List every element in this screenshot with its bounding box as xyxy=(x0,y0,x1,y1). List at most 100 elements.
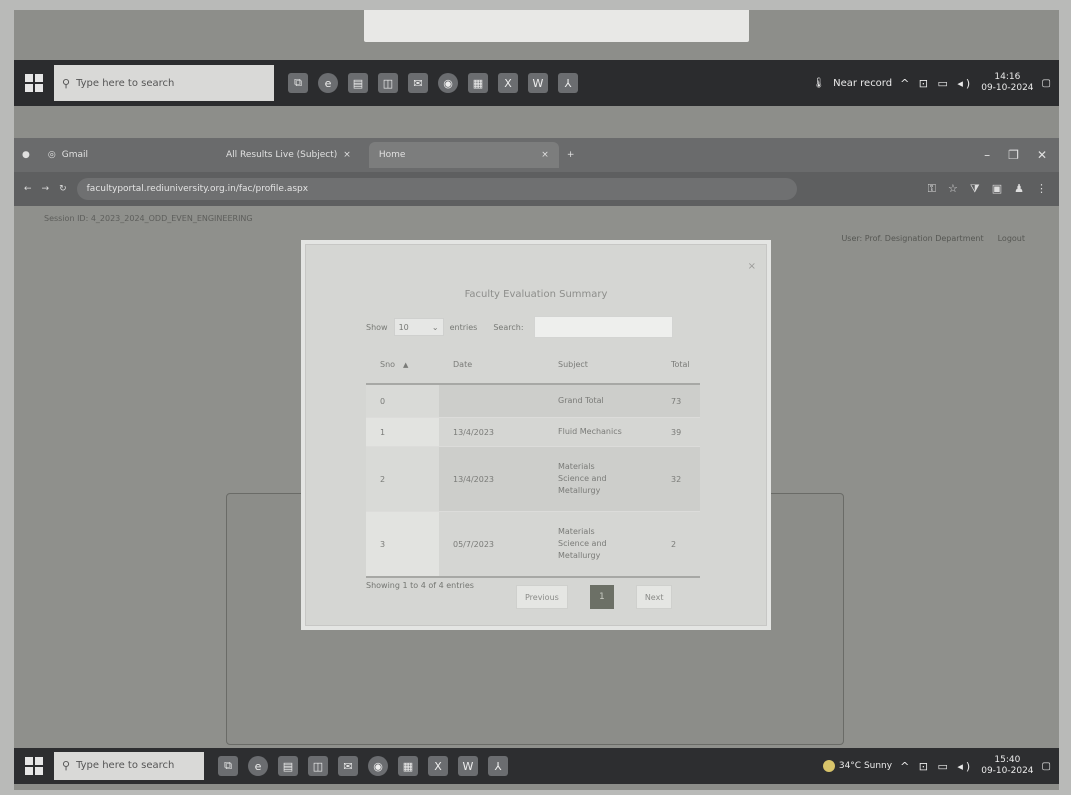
previous-button[interactable]: Previous xyxy=(516,585,568,609)
file-explorer-icon[interactable]: ▤ xyxy=(278,756,298,776)
bottom-taskbar: ⚲ Type here to search ⧉ e ▤ ◫ ✉ ◉ ▦ X W … xyxy=(14,748,1059,784)
cell-sno: 1 xyxy=(366,417,439,447)
excel-icon[interactable]: X xyxy=(498,73,518,93)
sidebar-icon[interactable]: ▣ xyxy=(992,182,1002,196)
entries-value: 10 xyxy=(398,322,409,332)
start-button[interactable] xyxy=(14,748,54,784)
taskbar-search-placeholder: Type here to search xyxy=(76,760,175,772)
profile-icon[interactable]: ● xyxy=(22,150,30,160)
windows-icon xyxy=(25,757,43,775)
tab-label: All Results Live (Subject) xyxy=(225,150,338,160)
task-view-icon[interactable]: ⧉ xyxy=(288,73,308,93)
evaluation-summary-modal: × Faculty Evaluation Summary Show 10 ⌄ e… xyxy=(305,244,767,626)
table-search-input[interactable] xyxy=(533,316,673,338)
task-view-icon[interactable]: ⧉ xyxy=(218,756,238,776)
menu-icon[interactable]: ⋮ xyxy=(1036,182,1047,196)
table-row: 1 13/4/2023 Fluid Mechanics 39 xyxy=(366,417,700,447)
browser-tab-strip: ● ◎ Gmail All Results Live (Subject) × H… xyxy=(14,138,1059,172)
new-tab-button[interactable]: + xyxy=(567,150,575,160)
tab-results[interactable]: All Results Live (Subject) × xyxy=(216,142,361,168)
taskbar-search-box[interactable]: ⚲ Type here to search xyxy=(54,751,204,781)
cell-date: 13/4/2023 xyxy=(439,446,544,512)
clock-date: 09-10-2024 xyxy=(981,83,1034,93)
close-icon[interactable]: × xyxy=(541,150,549,160)
search-icon: ⚲ xyxy=(62,76,71,90)
table-info: Showing 1 to 4 of 4 entries xyxy=(366,581,474,590)
logout-link[interactable]: Logout xyxy=(998,234,1025,243)
user-label: User: xyxy=(841,234,863,243)
minimize-icon[interactable]: – xyxy=(984,148,990,162)
mail-icon[interactable]: ✉ xyxy=(408,73,428,93)
system-tray: 🌡 Near record ^ ⊡ ▭ ◂) 14:16 09-10-2024 … xyxy=(812,72,1059,94)
table-header-row: Sno ▲ Date Subject Total xyxy=(366,345,700,385)
gmail-icon: ◎ xyxy=(47,150,56,160)
reload-icon[interactable]: ↻ xyxy=(59,184,67,194)
account-icon[interactable]: ♟ xyxy=(1014,182,1024,196)
tray-icons[interactable]: ^ ⊡ ▭ ◂) xyxy=(900,77,973,90)
mail-icon[interactable]: ✉ xyxy=(338,756,358,776)
cell-subject: Fluid Mechanics xyxy=(544,417,657,447)
notification-icon[interactable]: ▢ xyxy=(1042,761,1051,772)
edge-icon[interactable]: e xyxy=(318,73,338,93)
store-icon[interactable]: ◫ xyxy=(378,73,398,93)
next-button[interactable]: Next xyxy=(635,585,673,609)
chrome-icon[interactable]: ◉ xyxy=(438,73,458,93)
file-explorer-icon[interactable]: ▤ xyxy=(348,73,368,93)
word-icon[interactable]: W xyxy=(528,73,548,93)
evaluation-table: Sno ▲ Date Subject Total 0 Grand Total 73… xyxy=(366,345,700,578)
tab-home[interactable]: Home × xyxy=(368,142,559,168)
key-icon[interactable]: ⚿ xyxy=(928,182,936,196)
cell-subject: Materials Science and Metallurgy xyxy=(544,511,657,577)
tab-gmail[interactable]: ◎ Gmail xyxy=(38,142,98,168)
cell-subject: Grand Total xyxy=(544,383,657,418)
excel-icon[interactable]: X xyxy=(428,756,448,776)
window-controls: – ❐ ✕ xyxy=(984,148,1059,162)
calculator-icon[interactable]: ▦ xyxy=(398,756,418,776)
notification-icon[interactable]: ▢ xyxy=(1042,78,1051,89)
column-header-total[interactable]: Total xyxy=(657,345,700,385)
word-icon[interactable]: W xyxy=(458,756,478,776)
store-icon[interactable]: ◫ xyxy=(308,756,328,776)
tab-label: Gmail xyxy=(61,150,88,160)
table-row: 0 Grand Total 73 xyxy=(366,383,700,418)
acrobat-icon[interactable]: ⅄ xyxy=(488,756,508,776)
column-header-subject[interactable]: Subject xyxy=(544,345,657,385)
forward-icon[interactable]: → xyxy=(42,184,50,194)
cell-sno: 3 xyxy=(366,511,439,577)
cell-date: 05/7/2023 xyxy=(439,511,544,577)
page-1-button[interactable]: 1 xyxy=(589,585,614,609)
acrobat-icon[interactable]: ⅄ xyxy=(558,73,578,93)
modal-title: Faculty Evaluation Summary xyxy=(464,289,608,300)
entries-select[interactable]: 10 ⌄ xyxy=(393,318,444,336)
close-window-icon[interactable]: ✕ xyxy=(1037,148,1047,162)
entries-label: entries xyxy=(449,322,478,332)
tray-icons[interactable]: ^ ⊡ ▭ ◂) xyxy=(900,760,973,773)
clock[interactable]: 15:40 09-10-2024 xyxy=(981,755,1033,777)
restore-icon[interactable]: ❐ xyxy=(1008,148,1019,162)
show-label: Show xyxy=(366,322,388,332)
sun-icon xyxy=(822,760,835,772)
clock[interactable]: 14:16 09-10-2024 xyxy=(981,72,1033,94)
url-field[interactable]: facultyportal.rediuniversity.org.in/fac/… xyxy=(76,178,797,200)
top-taskbar: ⚲ Type here to search ⧉ e ▤ ◫ ✉ ◉ ▦ X W … xyxy=(14,60,1059,106)
table-row: 3 05/7/2023 Materials Science and Metall… xyxy=(366,511,700,577)
taskbar-search-box[interactable]: ⚲ Type here to search xyxy=(54,65,274,101)
edge-icon[interactable]: e xyxy=(248,756,268,776)
extensions-icon[interactable]: ⧩ xyxy=(970,182,980,196)
clock-time: 15:40 xyxy=(994,755,1021,765)
modal-close-button[interactable]: × xyxy=(748,261,756,272)
calculator-icon[interactable]: ▦ xyxy=(468,73,488,93)
star-icon[interactable]: ☆ xyxy=(948,182,958,196)
close-icon[interactable]: × xyxy=(343,150,351,160)
weather-widget[interactable]: 34°C Sunny xyxy=(822,760,892,772)
start-button[interactable] xyxy=(14,60,54,106)
user-row: User: Prof. Designation Department Logou… xyxy=(841,234,1025,243)
column-header-date[interactable]: Date xyxy=(439,345,544,385)
status-text[interactable]: Near record xyxy=(833,78,892,89)
session-text: Session ID: 4_2023_2024_ODD_EVEN_ENGINEE… xyxy=(44,214,253,223)
address-bar-row: ← → ↻ facultyportal.rediuniversity.org.i… xyxy=(14,172,1059,206)
back-icon[interactable]: ← xyxy=(24,184,32,194)
column-header-sno[interactable]: Sno ▲ xyxy=(366,345,439,385)
browser-actions: ⚿ ☆ ⧩ ▣ ♟ ⋮ xyxy=(928,182,1059,196)
chrome-icon[interactable]: ◉ xyxy=(368,756,388,776)
